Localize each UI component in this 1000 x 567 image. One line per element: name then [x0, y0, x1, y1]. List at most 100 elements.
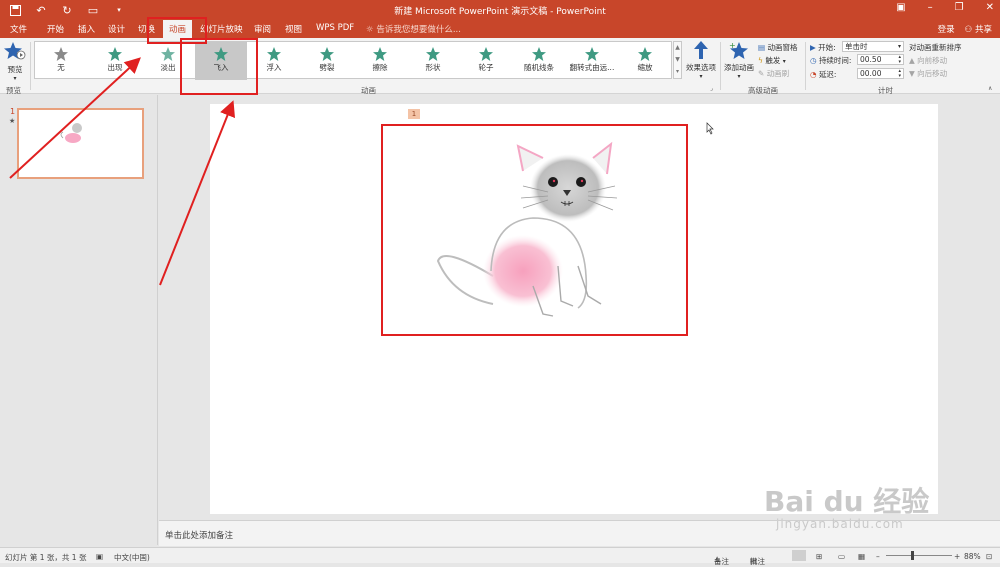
spellcheck-icon[interactable]: ▣ — [96, 552, 103, 561]
person-icon: ⚇ — [964, 25, 973, 35]
add-animation-button[interactable]: + 添加动画 ▾ — [722, 41, 756, 80]
trigger-button[interactable]: ϟ 触发 ▾ — [758, 55, 786, 66]
arrow-up-icon — [694, 41, 708, 59]
animation-pane-button[interactable]: ▤ 动画窗格 — [758, 42, 797, 53]
animation-gallery: 无出现 淡出 飞入 浮入 劈裂 擦除 形状 轮子 随机线条 翻转式由远... 缩放 — [34, 41, 672, 80]
zoom-in-icon[interactable]: + — [954, 552, 960, 561]
animation-8-button[interactable]: 形状 — [407, 42, 459, 80]
zoom-level[interactable]: 88% — [964, 552, 981, 561]
animation-1-button[interactable]: 无 — [35, 42, 87, 80]
zoom-out-icon[interactable]: – — [876, 552, 880, 561]
animation-label: 出现 — [107, 63, 123, 72]
group-divider — [720, 42, 721, 90]
animation-label: 翻转式由远... — [569, 63, 615, 72]
baidu-watermark-url: jingyan.baidu.com — [776, 517, 904, 531]
slide-thumbnail[interactable] — [17, 108, 144, 179]
login-link[interactable]: 登录 — [938, 23, 955, 35]
lightbulb-icon: ☼ — [366, 25, 374, 35]
star-empty-icon — [35, 42, 87, 62]
delay-clock-icon: ◔ — [810, 70, 817, 79]
tab-wps-pdf[interactable]: WPS PDF — [316, 23, 354, 33]
zoom-slider[interactable] — [886, 555, 952, 556]
tab-insert[interactable]: 插入 — [78, 23, 95, 35]
gallery-scroll[interactable]: ▲ ▼ ▾ — [673, 41, 682, 79]
tell-me-input[interactable]: ☼ 告诉我您想要做什么... — [366, 23, 461, 35]
animation-12-button[interactable]: 缩放 — [619, 42, 671, 80]
tab-home[interactable]: 开始 — [47, 23, 64, 35]
duration-label: ◷ 持续时间: — [810, 56, 852, 65]
restore-icon[interactable]: ❐ — [955, 2, 964, 13]
animation-label: 无 — [57, 63, 65, 72]
fit-slide-icon[interactable]: ⊡ — [986, 552, 992, 561]
duration-input[interactable]: 00.50 ▴ ▾ — [857, 54, 904, 65]
start-select[interactable]: 单击时 ▾ — [842, 41, 904, 52]
animation-label: 淡出 — [160, 63, 176, 72]
cat-picture[interactable] — [381, 124, 688, 336]
spinner-icon[interactable]: ▴ ▾ — [898, 55, 901, 65]
window-title: 新建 Microsoft PowerPoint 演示文稿 - PowerPoin… — [394, 7, 606, 17]
window-controls: ▣ – ❐ ✕ — [896, 2, 994, 13]
animation-pane-icon: ▤ — [758, 43, 766, 52]
reading-view-icon[interactable]: ▭ — [838, 552, 845, 561]
share-button[interactable]: ⚇ 共享 — [965, 23, 992, 35]
normal-view-icon[interactable] — [792, 550, 806, 561]
slide-thumbnail-pane: 1 ★ — [0, 95, 158, 545]
star-zoom-icon — [619, 42, 671, 62]
tab-view[interactable]: 视图 — [285, 23, 302, 35]
reorder-label: 对动画重新排序 — [909, 43, 962, 52]
animation-7-button[interactable]: 擦除 — [354, 42, 406, 80]
star-flip-icon — [566, 42, 618, 62]
tab-file[interactable]: 文件 — [10, 23, 27, 35]
animation-9-button[interactable]: 轮子 — [460, 42, 512, 80]
spinner-icon[interactable]: ▴ ▾ — [898, 69, 901, 79]
star-split-icon — [301, 42, 353, 62]
lightning-icon: ϟ — [758, 56, 763, 65]
animation-11-button[interactable]: 翻转式由远... — [566, 42, 618, 80]
group-divider — [805, 42, 806, 90]
preview-button[interactable]: 预览 ▾ — [3, 41, 27, 82]
move-earlier-button[interactable]: ▲ 向前移动 — [909, 55, 947, 66]
animation-6-button[interactable]: 劈裂 — [301, 42, 353, 80]
delay-input[interactable]: 00.00 ▴ ▾ — [857, 68, 904, 79]
animation-10-button[interactable]: 随机线条 — [513, 42, 565, 80]
preview-star-icon — [4, 42, 26, 60]
language-indicator[interactable]: 中文(中国) — [114, 552, 150, 563]
animation-2-button[interactable]: 出现 — [89, 42, 141, 80]
star-wipe-icon — [354, 42, 406, 62]
animations-ribbon: 预览 ▾ 预览 无出现 淡出 飞入 浮入 劈裂 擦除 形状 轮子 随机线条 翻转式由远... 缩放 … — [0, 38, 1000, 95]
triangle-up-icon: ▲ — [909, 56, 915, 65]
effect-options-button[interactable]: 效果选项 ▾ — [684, 41, 718, 80]
animation-order-tag[interactable]: 1 — [408, 109, 420, 119]
tab-design[interactable]: 设计 — [108, 23, 125, 35]
animation-label: 随机线条 — [524, 63, 554, 72]
slide-number: 1 — [10, 107, 16, 116]
status-bar: 幻灯片 第 1 张，共 1 张 ▣ 中文(中国) ≜ 备注 ▤ 批注 ⊞ ▭ ▦… — [0, 547, 1000, 566]
close-icon[interactable]: ✕ — [986, 2, 994, 13]
animation-label: 劈裂 — [319, 63, 335, 72]
move-later-button[interactable]: ▼ 向后移动 — [909, 68, 947, 79]
triangle-down-icon: ▼ — [909, 69, 915, 78]
chevron-down-icon: ▾ — [897, 43, 901, 50]
dialog-launcher-icon[interactable]: ⌟ — [710, 85, 713, 92]
chevron-down-icon: ▾ — [782, 58, 786, 65]
animation-painter-button[interactable]: ✎ 动画刷 — [758, 68, 789, 79]
animation-label: 浮入 — [266, 63, 282, 72]
minimize-icon[interactable]: – — [928, 2, 933, 13]
account-area: 登录 ⚇ 共享 — [938, 23, 992, 35]
slide-info: 幻灯片 第 1 张，共 1 张 — [5, 553, 87, 562]
slideshow-view-icon[interactable]: ▦ — [858, 552, 865, 561]
star-lines-icon — [513, 42, 565, 62]
baidu-watermark-logo: Bai du 经验 — [764, 485, 930, 518]
group-divider — [30, 42, 31, 90]
ribbon-display-icon[interactable]: ▣ — [896, 2, 905, 13]
tab-review[interactable]: 审阅 — [254, 23, 271, 35]
chevron-down-icon: ▾ — [699, 73, 703, 80]
collapse-ribbon-icon[interactable]: ∧ — [988, 85, 992, 92]
zoom-slider-thumb[interactable] — [911, 551, 914, 560]
slide-sorter-icon[interactable]: ⊞ — [816, 552, 822, 561]
chevron-down-icon: ▾ — [13, 75, 17, 82]
painter-icon: ✎ — [758, 69, 765, 78]
notes-placeholder: 单击此处添加备注 — [165, 531, 234, 541]
play-icon: ▶ — [810, 43, 816, 52]
animation-label: 擦除 — [372, 63, 388, 72]
